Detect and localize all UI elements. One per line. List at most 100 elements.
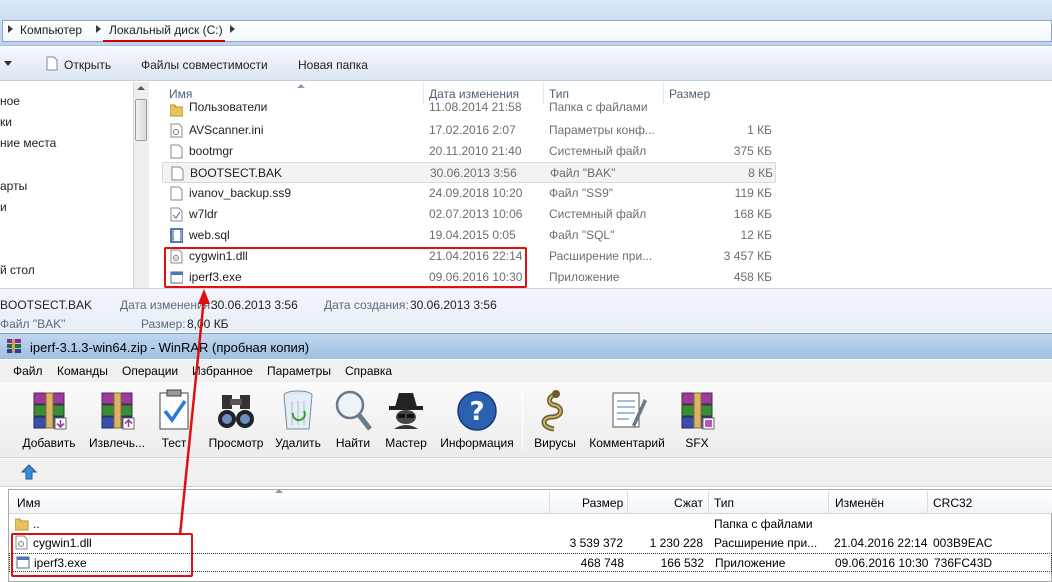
comment-label: Комментарий [589,436,665,450]
scrollbar-thumb[interactable] [135,99,147,141]
test-label: Тест [161,436,187,450]
file-size: 1 КБ [747,123,772,137]
menu-options[interactable]: Параметры [267,364,331,378]
find-button[interactable]: Найти [330,385,376,455]
compatibility-files-button[interactable]: Файлы совместимости [141,58,268,72]
details-size-label: Размер: [141,317,186,331]
file-row[interactable]: w7ldr 02.07.2013 10:06 Системный файл 16… [162,204,776,225]
red-highlight-box [11,533,193,577]
virus-scan-icon [541,390,563,432]
menu-favorites[interactable]: Избранное [192,364,253,378]
comment-button[interactable]: Комментарий [586,385,668,455]
up-folder-icon[interactable] [20,463,38,481]
nav-item[interactable]: й стол [0,263,35,277]
menu-file[interactable]: Файл [13,364,43,378]
rar-column-type[interactable]: Тип [714,496,734,510]
file-name: bootmgr [189,144,234,158]
file-row[interactable]: web.sql 19.04.2015 0:05 Файл "SQL" 12 КБ [162,225,776,246]
file-date: 24.09.2018 10:20 [429,186,523,200]
red-highlight-box [164,247,527,288]
details-file-name: BOOTSECT.BAK [0,298,93,312]
menu-operations[interactable]: Операции [122,364,178,378]
open-button[interactable]: Открыть [64,58,111,72]
column-separator[interactable] [927,491,928,513]
nav-item[interactable]: ное [0,94,20,108]
archive-size: 3 539 372 [569,536,623,550]
archive-row[interactable]: .. Папка с файлами [9,515,1052,534]
sfx-button[interactable]: SFX [671,385,723,455]
extract-button[interactable]: Извлечь... [84,385,150,455]
nav-item[interactable]: арты [0,179,27,193]
view-label: Просмотр [208,436,264,450]
test-button[interactable]: Тест [153,385,195,455]
breadcrumb-arrow-icon[interactable] [230,25,235,33]
add-button[interactable]: Добавить [16,385,82,455]
toolbar-separator [522,388,523,450]
archive-modified: 09.06.2016 10:30 [835,556,929,570]
delete-button[interactable]: Удалить [272,385,324,455]
svg-text:?: ? [469,397,484,427]
nav-item[interactable]: ки [0,115,12,129]
column-separator[interactable] [549,491,550,513]
file-row[interactable]: Пользователи 11.08.2014 21:58 Папка с фа… [162,99,776,120]
find-label: Найти [335,436,371,450]
menu-commands[interactable]: Команды [57,364,108,378]
archive-name: .. [33,517,40,531]
nav-item[interactable]: ние места [0,136,56,150]
red-underline-annotation [103,40,225,42]
breadcrumb-arrow-icon[interactable] [96,25,101,33]
column-separator[interactable] [828,491,829,513]
folder-icon [15,518,29,531]
file-date: 11.08.2014 21:58 [429,100,522,114]
column-separator[interactable] [708,491,709,513]
delete-label: Удалить [275,436,321,450]
file-type: Файл "BAK" [550,166,616,180]
rar-column-crc[interactable]: CRC32 [933,496,972,510]
wizard-button[interactable]: Мастер [382,385,430,455]
column-separator[interactable] [627,491,628,513]
nav-item[interactable]: и [0,200,7,214]
file-row[interactable]: AVScanner.ini 17.02.2016 2:07 Параметры … [162,120,776,141]
breadcrumb-arrow-icon[interactable] [8,25,13,33]
rar-column-packed[interactable]: Сжат [674,496,703,510]
info-icon: ? [457,391,497,431]
details-created-value: 30.06.2013 3:56 [410,298,497,312]
details-created-label: Дата создания: [324,298,409,312]
file-name: ivanov_backup.ss9 [189,186,292,200]
wizard-label: Мастер [385,436,427,450]
file-size: 168 КБ [733,207,772,221]
add-archive-icon [33,392,67,430]
rar-column-size[interactable]: Размер [582,496,623,510]
archive-list-header [9,490,1052,514]
archive-size: 468 748 [580,556,624,570]
file-size: 375 КБ [733,144,772,158]
file-type: Системный файл [549,144,647,158]
file-row[interactable]: ivanov_backup.ss9 24.09.2018 10:20 Файл … [162,183,776,204]
view-button[interactable]: Просмотр [203,385,269,455]
virus-scan-label: Вирусы [534,436,576,450]
extract-label: Извлечь... [88,436,145,450]
menu-help[interactable]: Справка [345,364,392,378]
details-file-type: Файл "BAK" [0,317,66,331]
scroll-up-icon[interactable] [137,86,145,90]
info-button[interactable]: ? Информация [438,385,516,455]
rar-column-name[interactable]: Имя [17,496,40,510]
virus-scan-button[interactable]: Вирусы [531,385,579,455]
new-folder-button[interactable]: Новая папка [298,58,368,72]
organize-chevron-icon[interactable] [4,61,12,66]
file-size: 3 457 КБ [723,249,772,263]
file-size: 458 КБ [733,270,772,284]
file-type: Приложение [549,270,620,284]
archive-type: Расширение при... [714,536,818,550]
delete-icon [283,390,313,430]
file-row[interactable]: bootmgr 20.11.2010 21:40 Системный файл … [162,141,776,162]
rar-column-modified[interactable]: Изменён [835,496,884,510]
breadcrumb-local-disk[interactable]: Локальный диск (C:) [109,23,223,37]
breadcrumb-computer[interactable]: Компьютер [20,23,82,37]
file-row-selected[interactable]: BOOTSECT.BAK 30.06.2013 3:56 Файл "BAK" … [162,162,776,183]
file-icon [170,144,183,159]
file-type: Расширение при... [549,249,653,263]
settings-file-icon [170,123,183,138]
folder-icon [170,104,183,117]
archive-packed: 166 532 [660,556,704,570]
